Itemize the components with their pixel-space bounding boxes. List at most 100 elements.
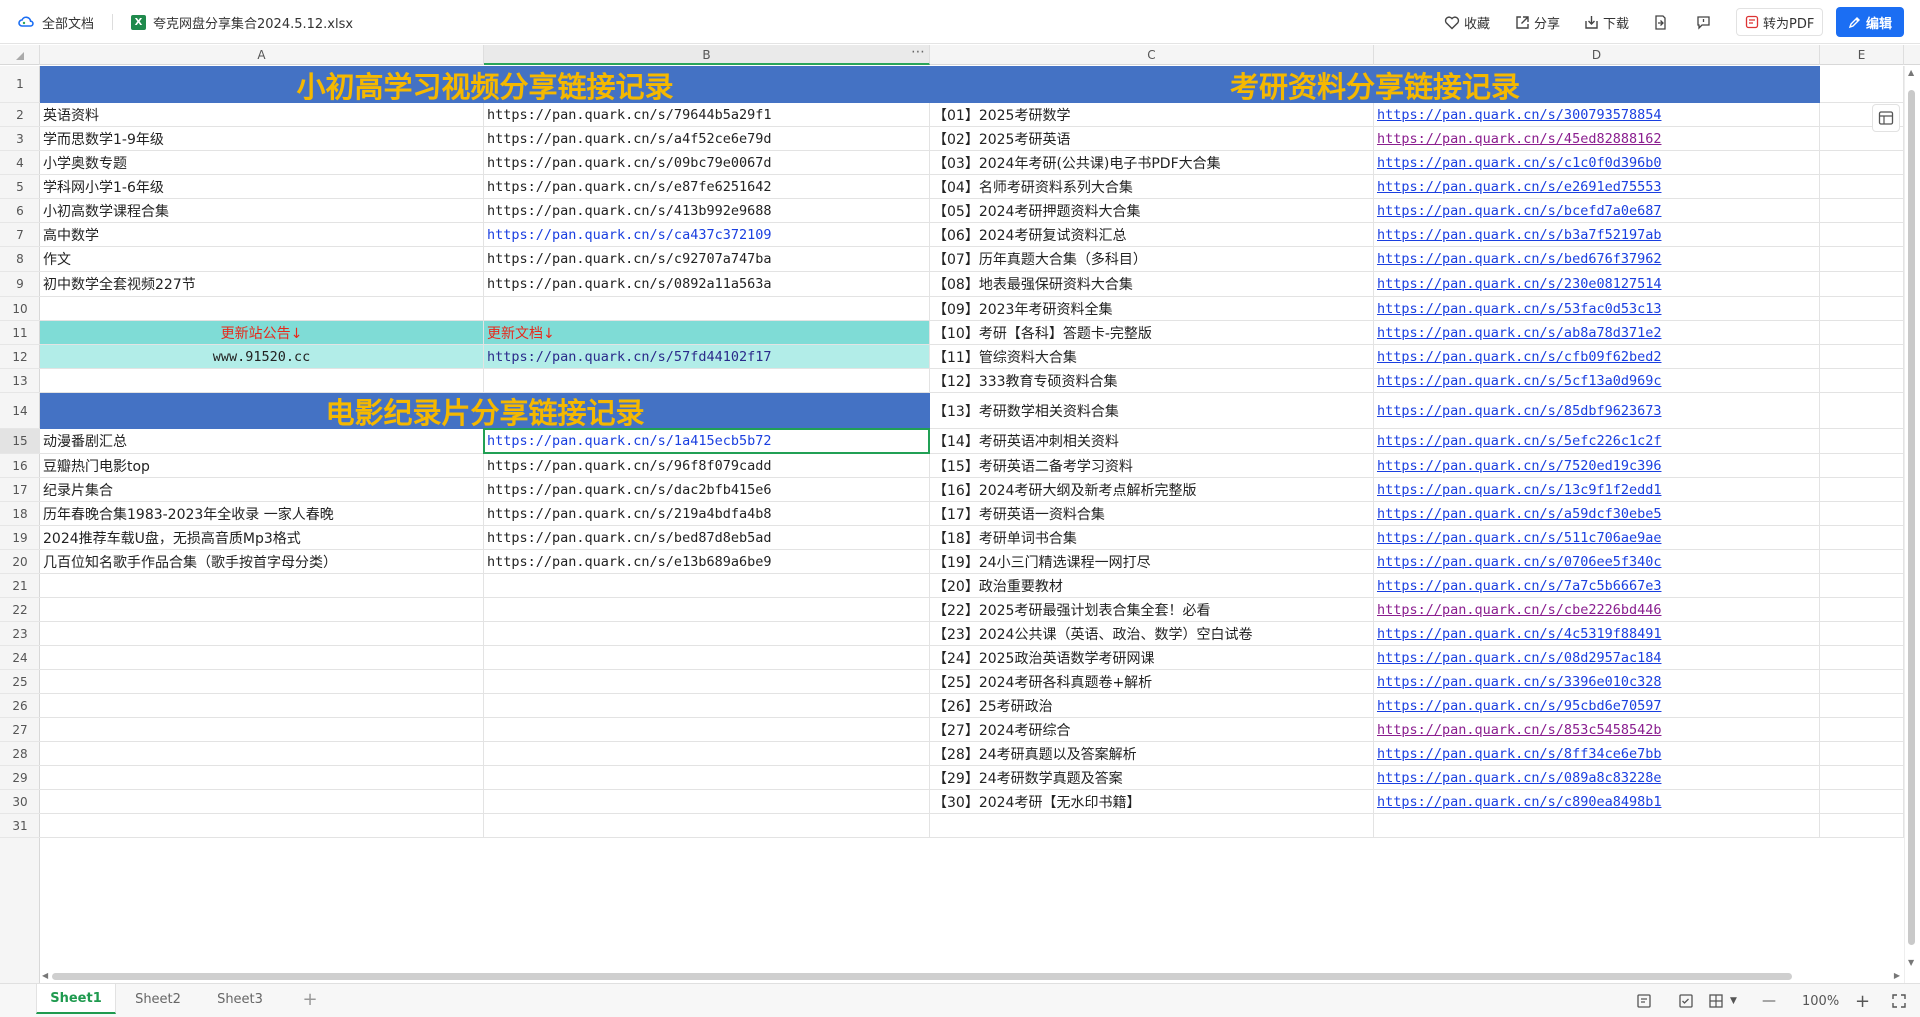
row-header[interactable]: 30	[0, 790, 40, 814]
empty-cell[interactable]	[40, 598, 484, 622]
column-header-d[interactable]: D	[1374, 45, 1820, 65]
row-header[interactable]: 18	[0, 502, 40, 526]
empty-cell[interactable]	[40, 646, 484, 670]
kaoyan-item-link[interactable]: https://pan.quark.cn/s/c890ea8498b1	[1374, 790, 1820, 814]
movie-item-url[interactable]: https://pan.quark.cn/s/219a4bdfa4b8	[484, 502, 930, 526]
empty-cell[interactable]	[1820, 502, 1904, 526]
empty-cell[interactable]	[1820, 66, 1904, 103]
column-header-e[interactable]: E	[1820, 45, 1904, 65]
export-button[interactable]	[1653, 0, 1668, 44]
kaoyan-item-name[interactable]: 【02】2025考研英语	[930, 127, 1374, 151]
study-item-name[interactable]: 英语资料	[40, 103, 484, 127]
sheet-tab-3[interactable]: Sheet3	[204, 984, 276, 1014]
kaoyan-item-name[interactable]: 【18】考研单词书合集	[930, 526, 1374, 550]
empty-cell[interactable]	[40, 694, 484, 718]
column-menu-icon[interactable]: ⋯	[911, 42, 925, 62]
select-all-corner[interactable]	[0, 45, 40, 65]
study-item-url[interactable]: https://pan.quark.cn/s/ca437c372109	[484, 223, 930, 247]
movie-item-url[interactable]: https://pan.quark.cn/s/bed87d8eb5ad	[484, 526, 930, 550]
kaoyan-item-name[interactable]: 【30】2024考研【无水印书籍】	[930, 790, 1374, 814]
movie-item-name[interactable]: 纪录片集合	[40, 478, 484, 502]
zoom-out-button[interactable]: —	[1762, 993, 1776, 1009]
empty-cell[interactable]	[484, 766, 930, 790]
empty-cell[interactable]	[1820, 247, 1904, 272]
kaoyan-item-name[interactable]: 【09】2023年考研资料全集	[930, 297, 1374, 321]
row-header[interactable]: 19	[0, 526, 40, 550]
kaoyan-item-link[interactable]: https://pan.quark.cn/s/7520ed19c396	[1374, 454, 1820, 478]
row-header[interactable]: 29	[0, 766, 40, 790]
row-header[interactable]: 21	[0, 574, 40, 598]
column-header-a[interactable]: A	[40, 45, 484, 65]
study-item-url[interactable]: https://pan.quark.cn/s/0892a11a563a	[484, 272, 930, 297]
empty-cell[interactable]	[484, 574, 930, 598]
kaoyan-item-link[interactable]: https://pan.quark.cn/s/45ed82888162	[1374, 127, 1820, 151]
empty-cell[interactable]	[40, 790, 484, 814]
kaoyan-item-link[interactable]: https://pan.quark.cn/s/089a8c83228e	[1374, 766, 1820, 790]
empty-cell[interactable]	[1820, 718, 1904, 742]
to-pdf-button[interactable]: 转为PDF	[1736, 8, 1824, 36]
empty-cell[interactable]	[1820, 574, 1904, 598]
empty-cell[interactable]	[1820, 742, 1904, 766]
kaoyan-item-link[interactable]: https://pan.quark.cn/s/b3a7f52197ab	[1374, 223, 1820, 247]
kaoyan-item-name[interactable]: 【11】管综资料大合集	[930, 345, 1374, 369]
movie-item-name[interactable]: 历年春晚合集1983-2023年全收录 一家人春晚	[40, 502, 484, 526]
study-item-name[interactable]: 初中数学全套视频227节	[40, 272, 484, 297]
empty-cell[interactable]	[484, 742, 930, 766]
empty-cell[interactable]	[40, 574, 484, 598]
empty-cell[interactable]	[1820, 814, 1904, 838]
row-header[interactable]: 26	[0, 694, 40, 718]
kaoyan-item-name[interactable]: 【04】名师考研资料系列大合集	[930, 175, 1374, 199]
kaoyan-item-name[interactable]: 【06】2024考研复试资料汇总	[930, 223, 1374, 247]
row-header[interactable]: 7	[0, 223, 40, 247]
download-button[interactable]: 下载	[1584, 0, 1629, 44]
share-button[interactable]: 分享	[1515, 0, 1560, 44]
sheet-tab-1[interactable]: Sheet1	[36, 984, 116, 1014]
row-header[interactable]: 28	[0, 742, 40, 766]
row-header[interactable]: 3	[0, 127, 40, 151]
row-header[interactable]: 4	[0, 151, 40, 175]
empty-cell[interactable]	[1820, 766, 1904, 790]
empty-cell[interactable]	[484, 297, 930, 321]
study-item-name[interactable]: 学科网小学1-6年级	[40, 175, 484, 199]
row-header[interactable]: 25	[0, 670, 40, 694]
row-header[interactable]: 24	[0, 646, 40, 670]
kaoyan-item-link[interactable]: https://pan.quark.cn/s/08d2957ac184	[1374, 646, 1820, 670]
empty-cell[interactable]	[484, 598, 930, 622]
empty-cell[interactable]	[1820, 454, 1904, 478]
row-header[interactable]: 9	[0, 272, 40, 297]
kaoyan-item-link[interactable]: https://pan.quark.cn/s/5efc226c1c2f	[1374, 429, 1820, 454]
kaoyan-item-link[interactable]: https://pan.quark.cn/s/bed676f37962	[1374, 247, 1820, 272]
kaoyan-item-link[interactable]: https://pan.quark.cn/s/cbe2226bd446	[1374, 598, 1820, 622]
kaoyan-item-link[interactable]: https://pan.quark.cn/s/13c9f1f2edd1	[1374, 478, 1820, 502]
kaoyan-item-link[interactable]: https://pan.quark.cn/s/3396e010c328	[1374, 670, 1820, 694]
empty-cell[interactable]	[1820, 670, 1904, 694]
empty-cell[interactable]	[484, 694, 930, 718]
add-sheet-button[interactable]: +	[298, 984, 322, 1014]
empty-cell[interactable]	[484, 622, 930, 646]
empty-cell[interactable]	[1820, 598, 1904, 622]
empty-cell[interactable]	[40, 297, 484, 321]
movie-item-name[interactable]: 几百位知名歌手作品合集（歌手按首字母分类）	[40, 550, 484, 574]
study-item-name[interactable]: 小学奥数专题	[40, 151, 484, 175]
section-title-kaoyan[interactable]: 考研资料分享链接记录	[930, 66, 1820, 103]
empty-cell[interactable]	[484, 646, 930, 670]
empty-cell[interactable]	[1820, 646, 1904, 670]
empty-cell[interactable]	[1820, 321, 1904, 345]
kaoyan-item-link[interactable]: https://pan.quark.cn/s/853c5458542b	[1374, 718, 1820, 742]
row-header[interactable]: 27	[0, 718, 40, 742]
row-header[interactable]: 6	[0, 199, 40, 223]
empty-cell[interactable]	[40, 622, 484, 646]
kaoyan-item-link[interactable]: https://pan.quark.cn/s/53fac0d53c13	[1374, 297, 1820, 321]
vertical-scroll-thumb[interactable]	[1908, 90, 1915, 945]
empty-cell[interactable]	[1820, 429, 1904, 454]
kaoyan-item-name[interactable]: 【03】2024年考研(公共课)电子书PDF大合集	[930, 151, 1374, 175]
study-item-name[interactable]: 作文	[40, 247, 484, 272]
doc-label[interactable]: 更新文档↓	[484, 321, 930, 345]
study-item-name[interactable]: 高中数学	[40, 223, 484, 247]
row-header[interactable]: 2	[0, 103, 40, 127]
column-header-b[interactable]: B ⋯	[484, 42, 930, 65]
empty-cell[interactable]	[1820, 369, 1904, 393]
study-item-url[interactable]: https://pan.quark.cn/s/e87fe6251642	[484, 175, 930, 199]
empty-cell[interactable]	[484, 718, 930, 742]
empty-cell[interactable]	[40, 766, 484, 790]
